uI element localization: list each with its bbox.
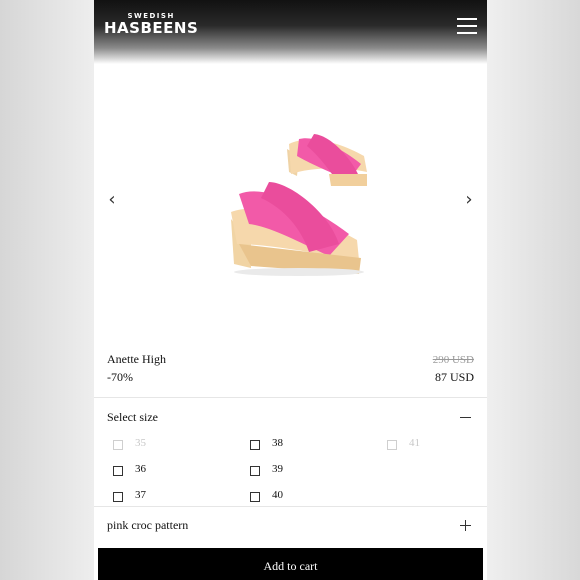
checkbox-icon[interactable] [250,440,260,450]
divider [94,506,487,507]
checkbox-icon[interactable] [250,492,260,502]
sale-price: 87 USD [434,370,474,384]
divider [94,397,487,398]
size-label: 38 [272,437,283,449]
brand-logo[interactable]: SWEDISH HASBEENS [104,12,198,37]
size-label: 35 [135,437,146,449]
discount-label: -70% [107,370,133,384]
plus-icon-vertical[interactable] [465,520,466,531]
size-selector-header[interactable]: Select size [94,402,487,432]
size-label: 39 [272,463,283,475]
product-name[interactable]: Anette High [107,352,166,367]
color-selector[interactable]: pink croc pattern [94,510,487,540]
chevron-left-icon[interactable]: ‹ [102,190,122,210]
checkbox-icon[interactable] [250,466,260,476]
product-image [231,134,367,276]
background-left [0,0,94,580]
checkbox-icon[interactable] [113,492,123,502]
checkbox-icon [113,440,123,450]
checkbox-icon [387,440,397,450]
size-label: 41 [409,437,420,449]
size-label: 37 [135,489,146,501]
original-price: 290 USD [432,354,474,366]
background-right [487,0,580,580]
size-label: 36 [135,463,146,475]
chevron-right-icon[interactable]: › [459,190,479,210]
size-selector-title: Select size [107,410,158,424]
product-info: Anette High -70% 290 USD 87 USD [94,350,487,392]
color-label: pink croc pattern [107,518,189,532]
checkbox-icon[interactable] [113,466,123,476]
minus-icon[interactable] [460,417,471,418]
header-bar: SWEDISH HASBEENS [94,0,487,64]
mobile-page: SWEDISH HASBEENS ‹ › Anette High -70% 29… [94,0,487,580]
size-label: 40 [272,489,283,501]
product-image-gallery: ‹ › [94,64,487,340]
add-to-cart-button[interactable]: Add to cart [98,548,483,580]
hamburger-menu-icon[interactable] [457,18,477,34]
logo-main-text: HASBEENS [104,19,199,37]
